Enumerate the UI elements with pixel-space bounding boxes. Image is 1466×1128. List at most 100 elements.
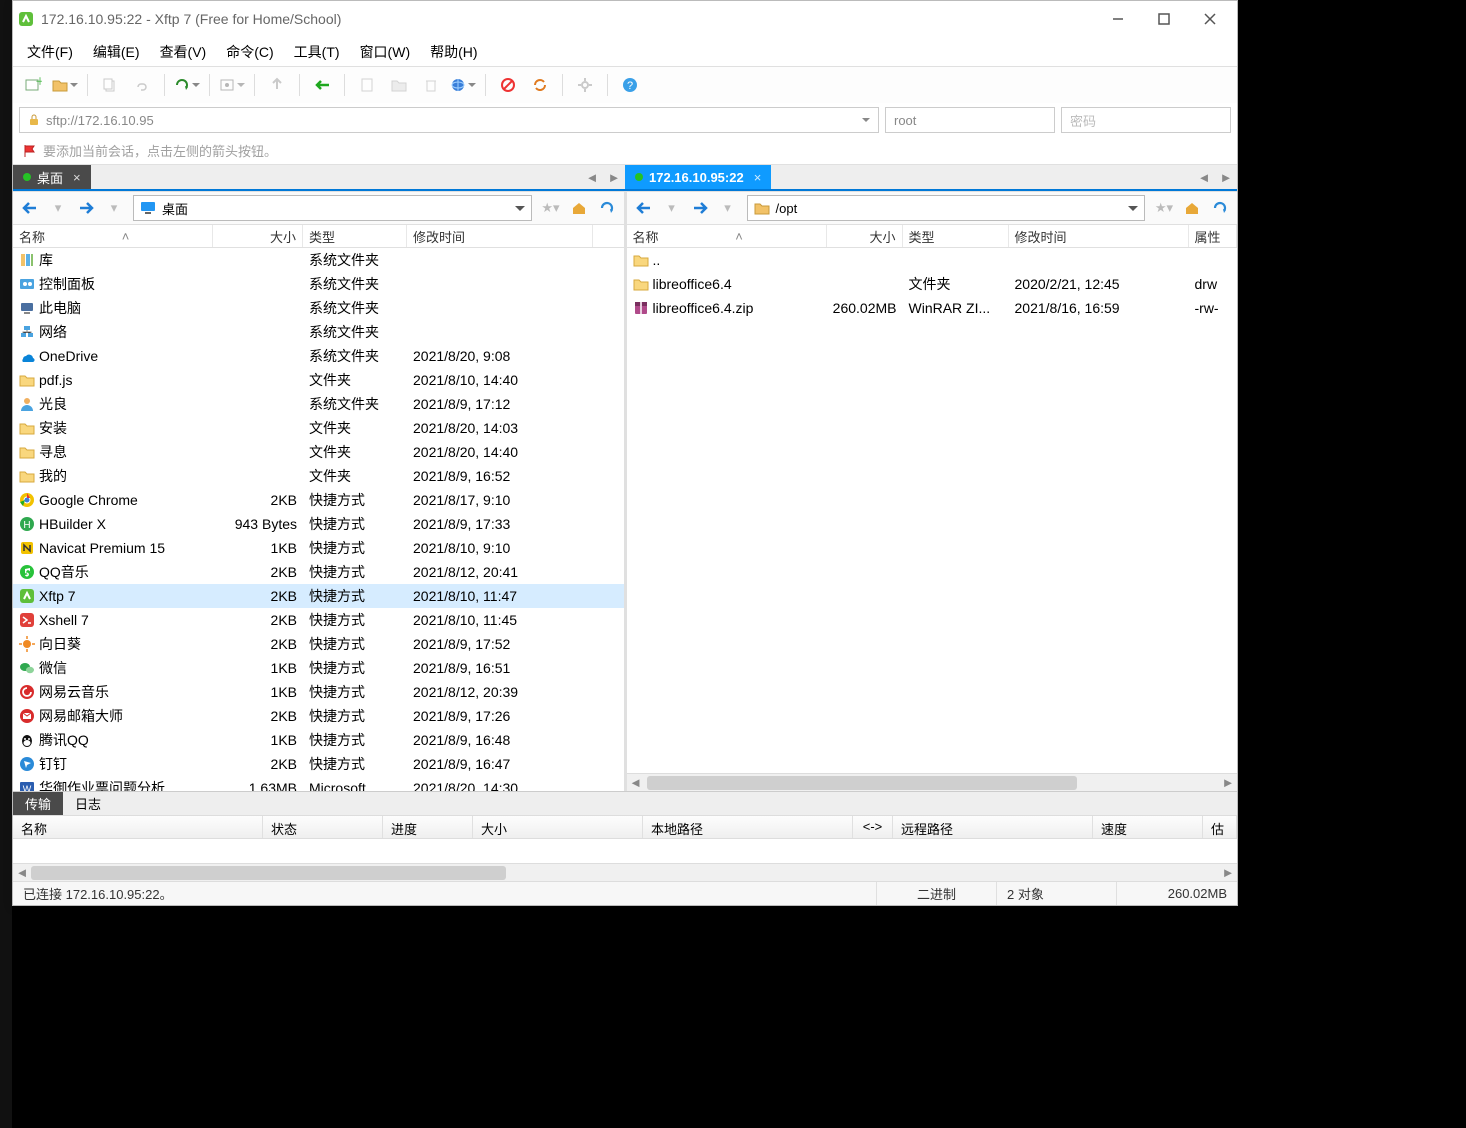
col-name[interactable]: 名称˄ xyxy=(627,225,827,247)
home-button[interactable] xyxy=(1179,195,1205,221)
window-close-button[interactable] xyxy=(1187,4,1233,34)
sync-button[interactable] xyxy=(526,71,554,99)
file-row[interactable]: W华御作业票问题分析1.63MBMicrosoft ...2021/8/20, … xyxy=(13,776,624,791)
window-maximize-button[interactable] xyxy=(1141,4,1187,34)
file-row[interactable]: 寻息文件夹2021/8/20, 14:40 xyxy=(13,440,624,464)
open-session-button[interactable] xyxy=(51,71,79,99)
local-path-combo[interactable]: 桌面 xyxy=(133,195,532,221)
tcol-remote[interactable]: 远程路径 xyxy=(893,816,1093,838)
remote-scrollbar[interactable]: ◄ ► xyxy=(627,773,1238,791)
tab-prev-button[interactable]: ◄ xyxy=(1193,165,1215,189)
menu-window[interactable]: 窗口(W) xyxy=(350,38,421,66)
tcol-estimate[interactable]: 估 xyxy=(1203,816,1237,838)
file-row[interactable]: Navicat Premium 151KB快捷方式2021/8/10, 9:10 xyxy=(13,536,624,560)
back-button[interactable] xyxy=(631,195,657,221)
file-row[interactable]: Google Chrome2KB快捷方式2021/8/17, 9:10 xyxy=(13,488,624,512)
local-session-tab[interactable]: 桌面 × xyxy=(13,165,91,189)
menu-help[interactable]: 帮助(H) xyxy=(420,38,487,66)
file-row[interactable]: 此电脑系统文件夹 xyxy=(13,296,624,320)
tcol-progress[interactable]: 进度 xyxy=(383,816,473,838)
menu-tools[interactable]: 工具(T) xyxy=(284,38,350,66)
back-history-button[interactable]: ▾ xyxy=(45,195,71,221)
file-row[interactable]: 腾讯QQ1KB快捷方式2021/8/9, 16:48 xyxy=(13,728,624,752)
forward-button[interactable] xyxy=(73,195,99,221)
file-row[interactable]: OneDrive系统文件夹2021/8/20, 9:08 xyxy=(13,344,624,368)
file-row[interactable]: Xshell 72KB快捷方式2021/8/10, 11:45 xyxy=(13,608,624,632)
tcol-arrow[interactable]: <-> xyxy=(853,816,893,838)
transfer-tab[interactable]: 传输 xyxy=(13,792,63,815)
bookmark-button[interactable]: ★▾ xyxy=(1151,195,1177,221)
transfer-list[interactable] xyxy=(13,839,1237,863)
local-file-list[interactable]: 库系统文件夹控制面板系统文件夹此电脑系统文件夹网络系统文件夹OneDrive系统… xyxy=(13,248,624,791)
file-row[interactable]: .. xyxy=(627,248,1238,272)
close-icon[interactable]: × xyxy=(73,170,81,185)
file-row[interactable]: 光良系统文件夹2021/8/9, 17:12 xyxy=(13,392,624,416)
tab-prev-button[interactable]: ◄ xyxy=(581,165,603,189)
menu-view[interactable]: 查看(V) xyxy=(150,38,217,66)
file-row[interactable]: 向日葵2KB快捷方式2021/8/9, 17:52 xyxy=(13,632,624,656)
col-mtime[interactable]: 修改时间 xyxy=(1009,225,1189,247)
file-row[interactable]: libreoffice6.4文件夹2020/2/21, 12:45drw xyxy=(627,272,1238,296)
upload-button[interactable] xyxy=(263,71,291,99)
file-row[interactable]: 钉钉2KB快捷方式2021/8/9, 16:47 xyxy=(13,752,624,776)
view-mode-button[interactable] xyxy=(218,71,246,99)
file-row[interactable]: 网易云音乐1KB快捷方式2021/8/12, 20:39 xyxy=(13,680,624,704)
copy-button[interactable] xyxy=(96,71,124,99)
col-mtime[interactable]: 修改时间 xyxy=(407,225,593,247)
file-row[interactable]: libreoffice6.4.zip260.02MBWinRAR ZI...20… xyxy=(627,296,1238,320)
remote-file-list[interactable]: ..libreoffice6.4文件夹2020/2/21, 12:45drwli… xyxy=(627,248,1238,773)
tab-next-button[interactable]: ► xyxy=(1215,165,1237,189)
back-button[interactable] xyxy=(17,195,43,221)
file-row[interactable]: 控制面板系统文件夹 xyxy=(13,272,624,296)
log-tab[interactable]: 日志 xyxy=(63,792,113,815)
globe-button[interactable] xyxy=(449,71,477,99)
forward-button[interactable] xyxy=(687,195,713,221)
reconnect-button[interactable] xyxy=(173,71,201,99)
file-row[interactable]: 安装文件夹2021/8/20, 14:03 xyxy=(13,416,624,440)
close-icon[interactable]: × xyxy=(754,170,762,185)
password-field[interactable]: 密码 xyxy=(1061,107,1231,133)
remote-path-combo[interactable]: /opt xyxy=(747,195,1146,221)
file-row[interactable]: QQ音乐2KB快捷方式2021/8/12, 20:41 xyxy=(13,560,624,584)
bookmark-button[interactable]: ★▾ xyxy=(538,195,564,221)
file-row[interactable]: 网络系统文件夹 xyxy=(13,320,624,344)
link-button[interactable] xyxy=(128,71,156,99)
col-size[interactable]: 大小 xyxy=(827,225,903,247)
back-history-button[interactable]: ▾ xyxy=(659,195,685,221)
help-button[interactable]: ? xyxy=(616,71,644,99)
delete-button[interactable] xyxy=(417,71,445,99)
new-file-button[interactable] xyxy=(353,71,381,99)
tcol-local[interactable]: 本地路径 xyxy=(643,816,853,838)
bottom-scrollbar[interactable]: ◄ ► xyxy=(13,863,1237,881)
file-row[interactable]: 我的文件夹2021/8/9, 16:52 xyxy=(13,464,624,488)
col-type[interactable]: 类型 xyxy=(303,225,407,247)
menu-commands[interactable]: 命令(C) xyxy=(216,38,283,66)
col-type[interactable]: 类型 xyxy=(903,225,1009,247)
new-folder-button[interactable] xyxy=(385,71,413,99)
file-row[interactable]: 微信1KB快捷方式2021/8/9, 16:51 xyxy=(13,656,624,680)
col-size[interactable]: 大小 xyxy=(213,225,303,247)
file-row[interactable]: 网易邮箱大师2KB快捷方式2021/8/9, 17:26 xyxy=(13,704,624,728)
window-minimize-button[interactable] xyxy=(1095,4,1141,34)
file-row[interactable]: 库系统文件夹 xyxy=(13,248,624,272)
tcol-size[interactable]: 大小 xyxy=(473,816,643,838)
tcol-speed[interactable]: 速度 xyxy=(1093,816,1203,838)
user-field[interactable]: root xyxy=(885,107,1055,133)
transfer-left-button[interactable] xyxy=(308,71,336,99)
menu-file[interactable]: 文件(F) xyxy=(17,38,83,66)
url-combo[interactable]: sftp://172.16.10.95 xyxy=(19,107,879,133)
home-button[interactable] xyxy=(566,195,592,221)
menu-edit[interactable]: 编辑(E) xyxy=(83,38,150,66)
forward-history-button[interactable]: ▾ xyxy=(101,195,127,221)
stop-button[interactable] xyxy=(494,71,522,99)
col-name[interactable]: 名称˄ xyxy=(13,225,213,247)
refresh-button[interactable] xyxy=(1207,195,1233,221)
tcol-name[interactable]: 名称 xyxy=(13,816,263,838)
refresh-button[interactable] xyxy=(594,195,620,221)
new-session-button[interactable]: ＋ xyxy=(19,71,47,99)
tcol-status[interactable]: 状态 xyxy=(263,816,383,838)
tab-next-button[interactable]: ► xyxy=(603,165,625,189)
file-row[interactable]: pdf.js文件夹2021/8/10, 14:40 xyxy=(13,368,624,392)
remote-session-tab[interactable]: 172.16.10.95:22 × xyxy=(625,165,771,189)
settings-button[interactable] xyxy=(571,71,599,99)
